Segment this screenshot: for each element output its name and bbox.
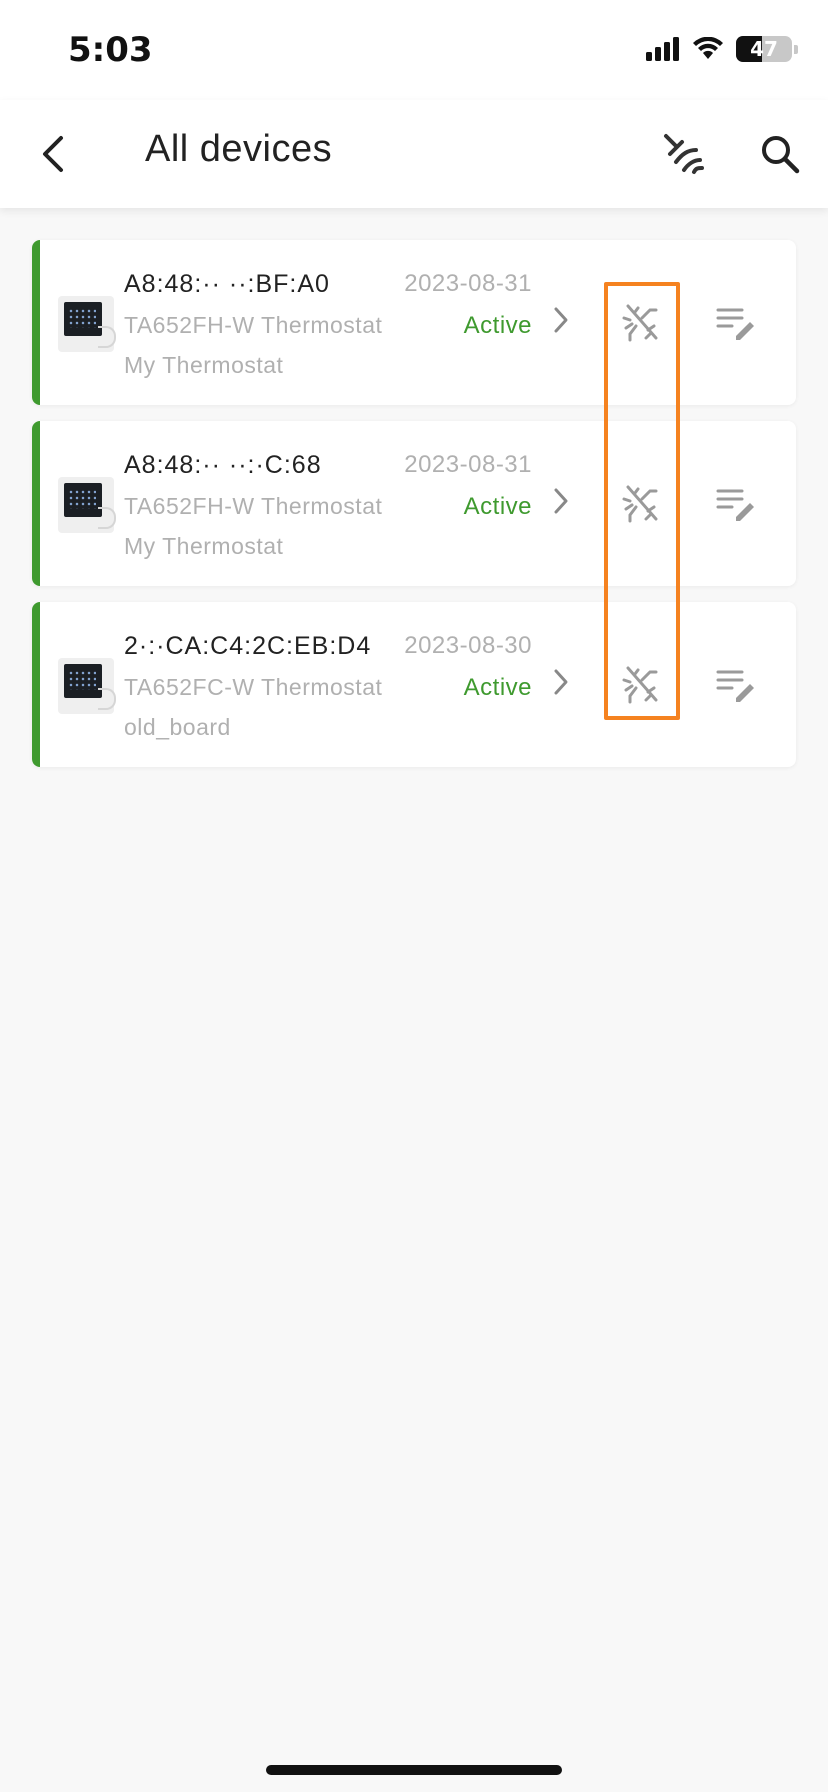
- device-nickname: My Thermostat: [124, 352, 284, 378]
- device-nickname: old_board: [124, 714, 231, 740]
- nfc-scan-button[interactable]: [654, 124, 714, 184]
- app-header: All devices: [0, 100, 828, 208]
- status-accent-bar: [32, 240, 40, 405]
- unlink-icon: [622, 666, 658, 704]
- device-card[interactable]: 2·:·CA:C4:2C:EB:D4 2023-08-30 TA652FC-W …: [32, 602, 796, 767]
- device-date: 2023-08-31: [404, 270, 532, 297]
- device-mac: A8:48:·· ··:·C:68: [124, 451, 322, 479]
- unbind-button[interactable]: [612, 475, 668, 531]
- device-card[interactable]: A8:48:·· ··:BF:A0 2023-08-31 TA652FH-W T…: [32, 240, 796, 405]
- device-status: Active: [463, 493, 532, 520]
- device-date: 2023-08-30: [404, 632, 532, 659]
- edit-note-icon: [716, 308, 754, 340]
- status-bar: 5:03 47: [0, 0, 828, 100]
- device-status: Active: [463, 312, 532, 339]
- signal-icon: [646, 37, 679, 61]
- device-card[interactable]: A8:48:·· ··:·C:68 2023-08-31 TA652FH-W T…: [32, 421, 796, 586]
- status-accent-bar: [32, 421, 40, 586]
- chevron-left-icon: [43, 136, 63, 172]
- unlink-icon: [622, 485, 658, 523]
- battery-text: 47: [750, 37, 778, 61]
- device-list: A8:48:·· ··:BF:A0 2023-08-31 TA652FH-W T…: [32, 240, 796, 783]
- status-accent-bar: [32, 602, 40, 767]
- search-icon: [762, 136, 800, 174]
- chevron-right-icon[interactable]: [546, 483, 576, 519]
- home-indicator: [266, 1765, 562, 1775]
- device-thumbnail: [58, 296, 116, 352]
- device-model: TA652FC-W Thermostat: [124, 674, 383, 700]
- wifi-icon: [693, 37, 723, 59]
- battery-icon: 47: [736, 36, 792, 62]
- edit-button[interactable]: [708, 475, 764, 531]
- edit-button[interactable]: [708, 656, 764, 712]
- unbind-button[interactable]: [612, 294, 668, 350]
- device-date: 2023-08-31: [404, 451, 532, 478]
- device-status: Active: [463, 674, 532, 701]
- device-mac: 2·:·CA:C4:2C:EB:D4: [124, 632, 372, 660]
- device-nickname: My Thermostat: [124, 533, 284, 559]
- device-thumbnail: [58, 477, 116, 533]
- chevron-right-icon[interactable]: [546, 302, 576, 338]
- back-button[interactable]: [24, 124, 84, 184]
- status-time: 5:03: [68, 30, 153, 70]
- device-model: TA652FH-W Thermostat: [124, 493, 383, 519]
- device-thumbnail: [58, 658, 116, 714]
- chevron-right-icon[interactable]: [546, 664, 576, 700]
- device-model: TA652FH-W Thermostat: [124, 312, 383, 338]
- page-title: All devices: [145, 128, 333, 170]
- device-mac: A8:48:·· ··:BF:A0: [124, 270, 330, 298]
- search-button[interactable]: [750, 124, 810, 184]
- edit-button[interactable]: [708, 294, 764, 350]
- edit-note-icon: [716, 670, 754, 702]
- unbind-button[interactable]: [612, 656, 668, 712]
- battery-tip: [794, 44, 798, 54]
- unlink-icon: [622, 304, 658, 342]
- nfc-icon: [664, 134, 704, 174]
- status-icons: 47: [646, 34, 798, 64]
- edit-note-icon: [716, 489, 754, 521]
